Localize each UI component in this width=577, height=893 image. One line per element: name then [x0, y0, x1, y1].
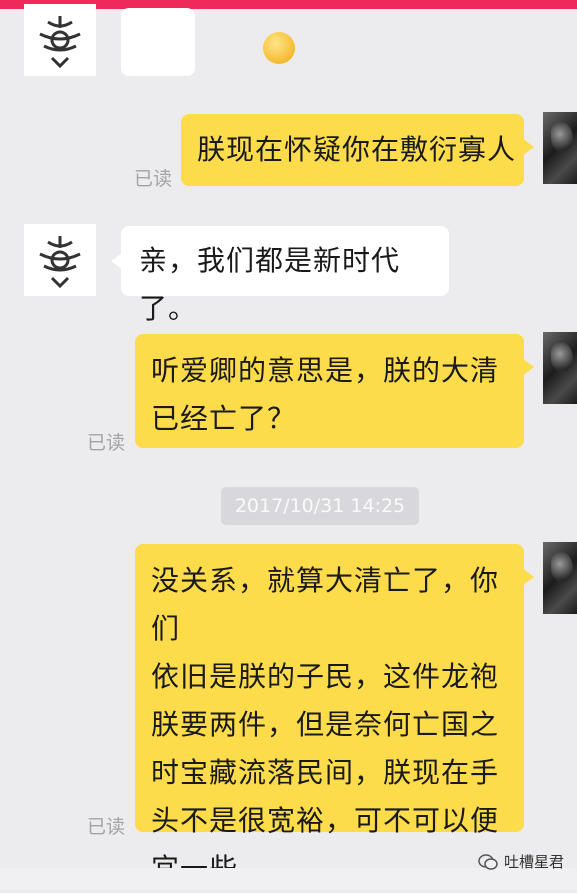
message-bubble-sent[interactable]: 朕现在怀疑你在敷衍寡人	[181, 114, 534, 186]
message-text: 朕现在怀疑你在敷衍寡人	[197, 133, 517, 166]
read-status: 已读	[87, 816, 126, 838]
message-text-line: 时宝藏流落民间，朕现在手	[151, 756, 500, 789]
timestamp-label: 2017/10/31 14:25	[221, 487, 419, 525]
contact-avatar[interactable]	[24, 224, 96, 296]
message-text-line: 听爱卿的意思是，朕的大清	[151, 354, 500, 387]
contact-avatar[interactable]	[24, 4, 96, 76]
tribal-emblem-icon	[39, 236, 81, 289]
message-bubble-sent[interactable]: 没关系，就算大清亡了，你们 依旧是朕的子民，这件龙袍 朕要两件，但是奈何亡国之 …	[135, 544, 534, 885]
message-text-line: 已经亡了？	[151, 402, 297, 435]
message-text-line: 依旧是朕的子民，这件龙袍	[151, 660, 500, 693]
message-bubble-sent[interactable]: 听爱卿的意思是，朕的大清 已经亡了？	[135, 334, 534, 448]
my-avatar[interactable]	[543, 542, 577, 614]
watermark: 吐槽星君	[478, 851, 564, 872]
message-bubble-received[interactable]	[121, 8, 295, 76]
message-text-line: 朕要两件，但是奈何亡国之	[151, 708, 500, 741]
watermark-text: 吐槽星君	[504, 853, 565, 871]
message-text-line: 没关系，就算大清亡了，你们	[151, 564, 500, 645]
message-bubble-received[interactable]: 亲，我们都是新时代了。	[111, 226, 449, 325]
my-avatar[interactable]	[543, 112, 577, 184]
read-status: 已读	[134, 168, 173, 190]
smiley-emoji	[263, 32, 295, 64]
message-text: 亲，我们都是新时代了。	[139, 244, 401, 325]
read-status: 已读	[87, 432, 126, 454]
my-avatar[interactable]	[543, 332, 577, 404]
tribal-emblem-icon	[39, 16, 81, 69]
message-text-line: 头不是很宽裕，可不可以便	[151, 804, 500, 837]
wechat-icon	[478, 853, 498, 870]
